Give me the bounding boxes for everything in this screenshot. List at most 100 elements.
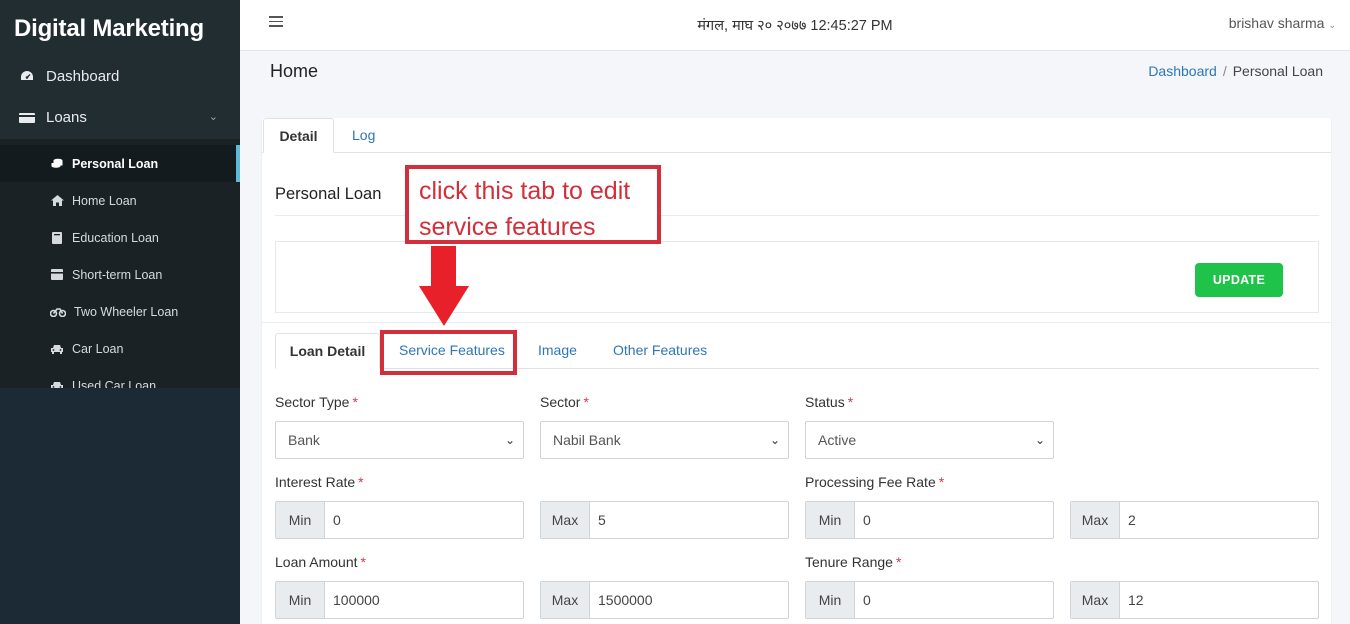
max-addon: Max: [1071, 582, 1120, 618]
min-addon: Min: [276, 582, 325, 618]
breadcrumb-dashboard-link[interactable]: Dashboard: [1148, 63, 1217, 79]
motorcycle-icon: [50, 307, 66, 317]
processing-fee-max-input[interactable]: [1120, 502, 1318, 538]
card-icon: [18, 111, 36, 125]
status-select[interactable]: Active ⌄: [805, 421, 1054, 459]
loan-amount-max-input[interactable]: [590, 582, 788, 618]
sidebar-item-loans[interactable]: Loans ⌄: [0, 96, 240, 139]
sidebar-item-short-term-loan[interactable]: Short-term Loan: [0, 256, 240, 293]
content-header: Home Dashboard / Personal Loan: [240, 52, 1350, 97]
interest-rate-max-input[interactable]: [590, 502, 788, 538]
status-label: Status *: [805, 394, 854, 410]
dashboard-icon: [18, 69, 36, 83]
top-navbar: मंगल, माघ २० २०७७ 12:45:27 PM brishav sh…: [240, 0, 1350, 51]
chevron-down-icon: ⌄: [1328, 20, 1336, 30]
brand-title[interactable]: Digital Marketing: [0, 0, 240, 56]
sector-type-label: Sector Type *: [275, 394, 358, 410]
book-icon: [50, 231, 64, 244]
sidebar-item-label: Short-term Loan: [72, 267, 163, 282]
breadcrumb: Dashboard / Personal Loan: [1148, 63, 1323, 79]
interest-rate-label: Interest Rate *: [275, 474, 364, 490]
loan-amount-min-input[interactable]: [325, 582, 523, 618]
sector-label: Sector *: [540, 394, 589, 410]
processing-fee-min-group: Min: [805, 501, 1054, 539]
processing-fee-label: Processing Fee Rate *: [805, 474, 945, 490]
min-addon: Min: [806, 502, 855, 538]
page-title: Home: [270, 61, 319, 81]
max-addon: Max: [1071, 502, 1120, 538]
processing-fee-max-group: Max: [1070, 501, 1319, 539]
interest-rate-min-input[interactable]: [325, 502, 523, 538]
card-icon: [50, 269, 64, 280]
annotation-line: click this tab to edit: [419, 177, 631, 205]
sidebar: Digital Marketing Dashboard Loans ⌄ Pers…: [0, 0, 240, 624]
sidebar-item-two-wheeler-loan[interactable]: Two Wheeler Loan: [0, 293, 240, 330]
tenure-range-max-group: Max: [1070, 581, 1319, 619]
required-mark: *: [938, 474, 945, 490]
min-addon: Min: [806, 582, 855, 618]
sidebar-item-education-loan[interactable]: Education Loan: [0, 219, 240, 256]
selected-value: Nabil Bank: [553, 432, 621, 448]
tab-log[interactable]: Log: [352, 118, 375, 153]
section-title: Personal Loan: [275, 185, 382, 203]
annotation-highlight-box: [380, 330, 517, 375]
sidebar-item-label: Education Loan: [72, 230, 159, 245]
sector-type-select[interactable]: Bank ⌄: [275, 421, 524, 459]
car-icon: [50, 344, 64, 354]
interest-rate-min-group: Min: [275, 501, 524, 539]
max-addon: Max: [541, 582, 590, 618]
chevron-down-icon: ⌄: [1034, 433, 1045, 447]
breadcrumb-current: Personal Loan: [1232, 63, 1323, 79]
chevron-down-icon: ⌄: [208, 111, 218, 123]
processing-fee-min-input[interactable]: [855, 502, 1053, 538]
required-mark: *: [360, 554, 366, 570]
annotation-callout: click this tab to edit service features: [405, 165, 661, 244]
selected-value: Active: [818, 432, 857, 448]
sidebar-item-label: Loans: [46, 109, 87, 126]
sidebar-item-label: Dashboard: [46, 67, 120, 85]
chevron-down-icon: ⌄: [769, 433, 780, 447]
required-mark: *: [352, 394, 358, 410]
tab-detail[interactable]: Detail: [263, 118, 334, 153]
sidebar-item-label: Home Loan: [72, 193, 137, 208]
chevron-down-icon: ⌄: [504, 433, 515, 447]
interest-rate-max-group: Max: [540, 501, 789, 539]
tenure-range-label: Tenure Range *: [805, 554, 902, 570]
min-addon: Min: [276, 502, 325, 538]
tenure-range-max-input[interactable]: [1120, 582, 1318, 618]
date-time-display: मंगल, माघ २० २०७७ 12:45:27 PM: [697, 18, 893, 34]
user-menu[interactable]: brishav sharma ⌄: [1229, 15, 1336, 31]
user-name: brishav sharma: [1228, 15, 1325, 31]
sidebar-item-label: Two Wheeler Loan: [74, 304, 179, 319]
breadcrumb-separator: /: [1222, 63, 1227, 79]
required-mark: *: [583, 394, 589, 410]
sector-select[interactable]: Nabil Bank ⌄: [540, 421, 789, 459]
annotation-arrow-shaft: [431, 246, 456, 288]
loan-amount-label: Loan Amount *: [275, 554, 366, 570]
required-mark: *: [358, 474, 364, 490]
top-tabs: Detail Log: [262, 118, 1331, 153]
loan-amount-min-group: Min: [275, 581, 524, 619]
sidebar-item-label: Car Loan: [72, 341, 124, 356]
update-button[interactable]: UPDATE: [1195, 263, 1283, 297]
max-addon: Max: [541, 502, 590, 538]
loans-submenu: Personal Loan Home Loan Education Loan S…: [0, 139, 240, 408]
annotation-arrow-head-icon: [419, 286, 469, 326]
tenure-range-min-group: Min: [805, 581, 1054, 619]
tab-other-features[interactable]: Other Features: [613, 333, 707, 369]
sidebar-item-car-loan[interactable]: Car Loan: [0, 330, 240, 367]
annotation-line: service features: [419, 213, 596, 241]
sidebar-item-home-loan[interactable]: Home Loan: [0, 182, 240, 219]
sidebar-item-dashboard[interactable]: Dashboard: [0, 56, 240, 96]
sidebar-item-label: Personal Loan: [72, 156, 159, 171]
sidebar-item-personal-loan[interactable]: Personal Loan: [0, 145, 240, 182]
required-mark: *: [847, 394, 854, 410]
sidebar-empty-area: [0, 388, 240, 624]
tab-loan-detail[interactable]: Loan Detail: [275, 333, 380, 369]
home-icon: [50, 195, 64, 206]
loan-amount-max-group: Max: [540, 581, 789, 619]
required-mark: *: [895, 554, 902, 570]
tenure-range-min-input[interactable]: [855, 582, 1053, 618]
tab-image[interactable]: Image: [538, 333, 577, 369]
selected-value: Bank: [288, 432, 320, 448]
